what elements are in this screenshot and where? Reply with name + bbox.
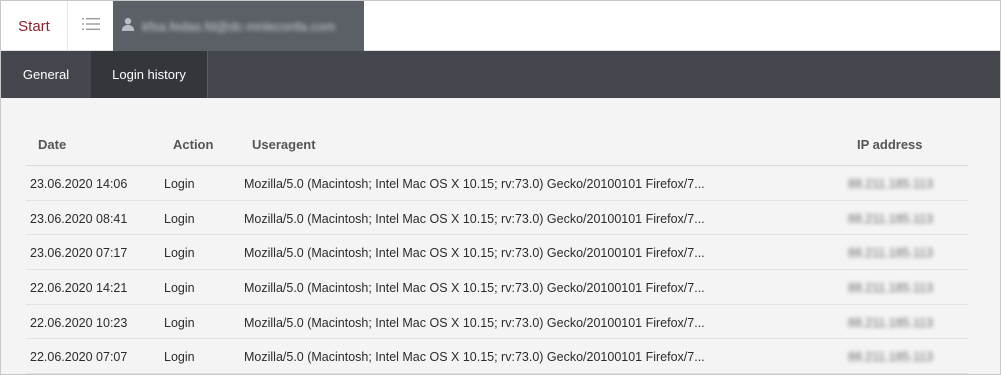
tab-general[interactable]: General bbox=[1, 51, 91, 98]
cell-date: 22.06.2020 07:07 bbox=[30, 350, 128, 365]
cell-action: Login bbox=[164, 177, 195, 191]
column-header-useragent[interactable]: Useragent bbox=[252, 137, 316, 152]
cell-date: 22.06.2020 10:23 bbox=[30, 315, 128, 330]
start-tab-label: Start bbox=[18, 17, 50, 35]
cell-ip: 88.211.185.113 bbox=[848, 211, 934, 226]
column-header-ip[interactable]: IP address bbox=[857, 137, 923, 152]
table-row: 23.06.2020 07:17 Login Mozilla/5.0 (Maci… bbox=[26, 235, 968, 271]
list-icon bbox=[81, 17, 100, 36]
cell-action: Login bbox=[164, 350, 195, 365]
cell-useragent: Mozilla/5.0 (Macintosh; Intel Mac OS X 1… bbox=[244, 350, 705, 365]
tab-general-label: General bbox=[22, 67, 70, 82]
cell-action: Login bbox=[164, 246, 195, 261]
cell-action: Login bbox=[164, 281, 195, 296]
table-header: Date Action Useragent IP address bbox=[26, 121, 968, 166]
cell-ip: 88.211.185.113 bbox=[848, 350, 934, 365]
cell-ip: 88.211.185.113 bbox=[848, 177, 934, 191]
cell-ip: 88.211.185.113 bbox=[848, 281, 934, 296]
cell-ip: 88.211.185.113 bbox=[848, 315, 934, 330]
column-header-date[interactable]: Date bbox=[38, 137, 66, 152]
sub-navigation: General Login history bbox=[1, 51, 1000, 98]
cell-action: Login bbox=[164, 211, 195, 226]
app-frame: Start kfsa.fedas.fd@dc-mnleconfa.com Gen… bbox=[0, 0, 1001, 375]
cell-action: Login bbox=[164, 315, 195, 330]
login-history-table: Date Action Useragent IP address 23.06.2… bbox=[26, 121, 968, 374]
cell-date: 23.06.2020 07:17 bbox=[30, 246, 128, 261]
cell-date: 23.06.2020 08:41 bbox=[30, 211, 128, 226]
user-email: kfsa.fedas.fd@dc-mnleconfa.com bbox=[142, 18, 336, 34]
cell-useragent: Mozilla/5.0 (Macintosh; Intel Mac OS X 1… bbox=[244, 211, 705, 226]
user-icon bbox=[121, 17, 135, 36]
cell-date: 22.06.2020 14:21 bbox=[30, 281, 128, 296]
cell-useragent: Mozilla/5.0 (Macintosh; Intel Mac OS X 1… bbox=[244, 315, 705, 330]
table-row: 22.06.2020 07:07 Login Mozilla/5.0 (Maci… bbox=[26, 339, 968, 374]
tab-login-history[interactable]: Login history bbox=[91, 51, 208, 98]
cell-useragent: Mozilla/5.0 (Macintosh; Intel Mac OS X 1… bbox=[244, 177, 705, 191]
menu-list-button[interactable] bbox=[68, 1, 113, 51]
tab-login-history-label: Login history bbox=[112, 67, 186, 82]
start-tab[interactable]: Start bbox=[1, 1, 68, 51]
cell-useragent: Mozilla/5.0 (Macintosh; Intel Mac OS X 1… bbox=[244, 246, 705, 261]
user-tab[interactable]: kfsa.fedas.fd@dc-mnleconfa.com bbox=[113, 1, 364, 51]
table-row: 23.06.2020 14:06 Login Mozilla/5.0 (Maci… bbox=[26, 166, 968, 201]
cell-ip: 88.211.185.113 bbox=[848, 246, 934, 261]
column-header-action[interactable]: Action bbox=[173, 137, 213, 152]
table-row: 22.06.2020 14:21 Login Mozilla/5.0 (Maci… bbox=[26, 270, 968, 305]
top-bar: Start kfsa.fedas.fd@dc-mnleconfa.com bbox=[1, 1, 1000, 51]
table-row: 23.06.2020 08:41 Login Mozilla/5.0 (Maci… bbox=[26, 201, 968, 236]
cell-useragent: Mozilla/5.0 (Macintosh; Intel Mac OS X 1… bbox=[244, 281, 705, 296]
cell-date: 23.06.2020 14:06 bbox=[30, 177, 128, 191]
table-row: 22.06.2020 10:23 Login Mozilla/5.0 (Maci… bbox=[26, 305, 968, 340]
